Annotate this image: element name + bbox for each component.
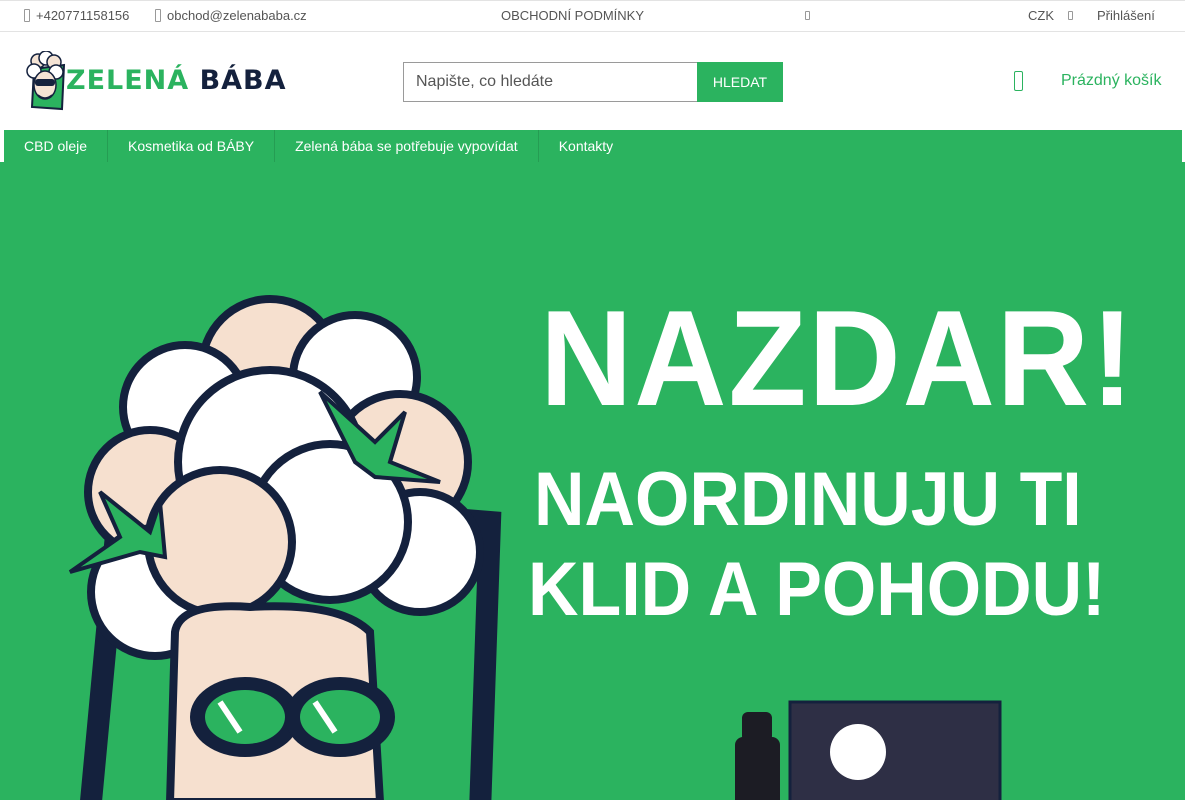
terms-link[interactable]: OBCHODNÍ PODMÍNKY <box>501 8 644 23</box>
email-address: obchod@zelenababa.cz <box>167 8 307 23</box>
phone-number: +420771158156 <box>36 8 130 23</box>
currency-chevron-icon <box>1068 11 1073 20</box>
logo[interactable]: ZELENÁ BÁBA <box>24 51 286 111</box>
phone-link[interactable]: +420771158156 <box>24 8 129 23</box>
logo-mascot-icon <box>26 51 66 111</box>
site-header: ZELENÁ BÁBA HLEDAT Prázdný košík <box>0 33 1185 130</box>
hero-banner[interactable]: NAZDAR! NAORDINUJU TI KLID A POHODU! <box>0 162 1185 800</box>
main-nav: CBD oleje Kosmetika od BÁBY Zelená bába … <box>4 130 1182 162</box>
login-link[interactable]: Přihlášení <box>1097 8 1155 23</box>
cart-link[interactable]: Prázdný košík <box>1014 71 1161 91</box>
search-form: HLEDAT <box>403 62 783 102</box>
email-icon <box>155 9 161 22</box>
hero-subline-1: NAORDINUJU TI <box>534 457 1082 542</box>
menu-icon[interactable] <box>805 11 810 20</box>
search-button[interactable]: HLEDAT <box>697 62 783 102</box>
currency-selector[interactable]: CZK <box>1028 8 1073 23</box>
currency-label: CZK <box>1028 8 1054 23</box>
nav-item-blog[interactable]: Zelená bába se potřebuje vypovídat <box>275 130 539 162</box>
nav-item-kosmetika[interactable]: Kosmetika od BÁBY <box>108 130 276 162</box>
email-link[interactable]: obchod@zelenababa.cz <box>155 8 307 23</box>
top-bar: +420771158156 obchod@zelenababa.cz OBCHO… <box>0 0 1185 32</box>
hero-headline: NAZDAR! <box>540 282 1136 434</box>
cart-icon <box>1014 71 1023 91</box>
nav-item-kontakty[interactable]: Kontakty <box>539 130 633 162</box>
nav-item-cbd-oleje[interactable]: CBD oleje <box>4 130 109 162</box>
logo-text-zelena: ZELENÁ <box>66 65 190 96</box>
phone-icon <box>24 9 30 22</box>
search-input[interactable] <box>403 62 697 102</box>
logo-text-baba: BÁBA <box>199 65 287 96</box>
cart-label: Prázdný košík <box>1061 72 1162 89</box>
hero-subline-2: KLID A POHODU! <box>528 547 1106 632</box>
